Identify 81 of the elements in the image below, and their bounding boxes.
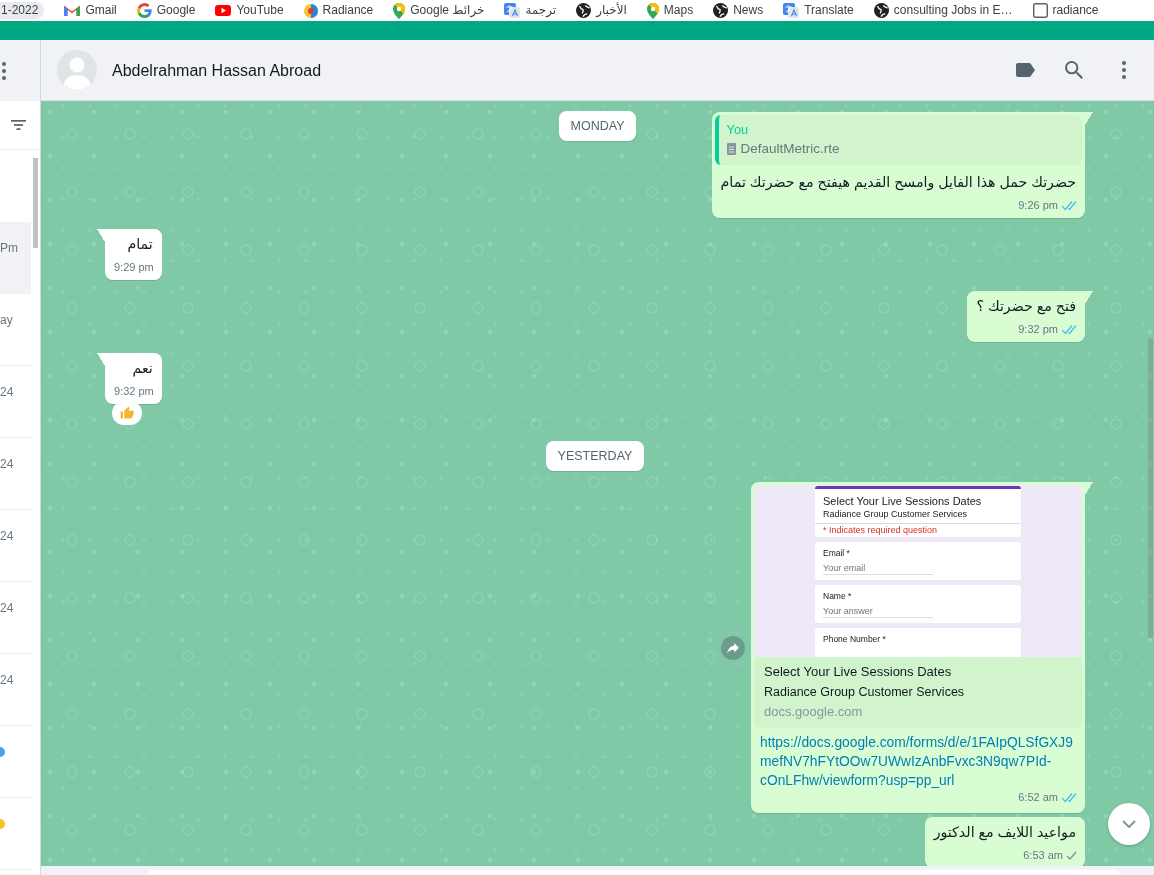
bookmark-link[interactable]: Google خرائط xyxy=(393,2,485,19)
chat-time: 24 xyxy=(0,600,15,616)
message-link[interactable]: https://docs.google.com/forms/d/e/1FAIpQLSfGXJ9mefNV7hFYtOOw7UWwIzAnbFvxc3N9qw7PId-cOnLFhw/viewform?usp=pp_url xyxy=(760,733,1077,790)
message-time: 9:29 pm xyxy=(114,260,154,275)
bookmark-link[interactable]: 1-2022 xyxy=(0,2,45,19)
menu-icon[interactable] xyxy=(1122,61,1126,79)
contact-name[interactable]: Abdelrahman Hassan Abroad xyxy=(112,59,1016,81)
message-text: حضرتك حمل هذا الفايل وامسح القديم هيفتح مع حضرتك تمام xyxy=(719,173,1077,192)
document-icon xyxy=(726,143,736,155)
quote-author: You xyxy=(726,121,750,139)
chat-time: 24 xyxy=(0,456,15,472)
chat-list-item[interactable]: 24 xyxy=(0,438,31,510)
chat-time: 24 xyxy=(0,384,15,400)
forward-button[interactable] xyxy=(721,635,745,660)
bookmark-link[interactable]: consulting Jobs in E… xyxy=(873,3,1013,18)
chevron-down-icon xyxy=(1122,820,1136,828)
message-text: فتح مع حضرتك ؟ xyxy=(975,297,1077,316)
page-icon xyxy=(1032,3,1048,18)
play-button-icon xyxy=(215,5,232,16)
translate-icon xyxy=(783,3,800,18)
input-field: Your email xyxy=(823,562,933,575)
bookmark-link[interactable]: ترجمة xyxy=(504,3,557,18)
chat-list-item[interactable]: 24 xyxy=(0,510,31,582)
message-time: 9:32 pm xyxy=(1018,322,1058,337)
chat-time: 24 xyxy=(0,528,15,544)
preview-domain: docs.google.com xyxy=(764,703,864,721)
chat-list-item[interactable]: ay xyxy=(0,294,31,366)
globe-icon xyxy=(713,3,729,18)
message-text: مواعيد اللايف مع الدكتور xyxy=(932,823,1077,842)
chat-list-item[interactable]: 24 xyxy=(0,654,31,726)
letter-g-icon xyxy=(136,3,152,18)
bookmark-link[interactable]: الأخبار xyxy=(576,3,627,18)
chat-time: ay xyxy=(0,312,14,328)
forward-icon xyxy=(727,642,739,653)
bookmark-link[interactable]: radiance xyxy=(1032,3,1099,18)
round-logo-icon xyxy=(303,3,318,18)
bookmark-link[interactable]: Radiance xyxy=(303,3,374,18)
input-field: Your answer xyxy=(823,605,933,618)
message-time: 6:53 am xyxy=(1023,848,1063,863)
chat-list-item[interactable]: 24 xyxy=(0,582,31,654)
avatar-icon[interactable] xyxy=(57,50,97,90)
bookmark-link[interactable]: Google xyxy=(136,3,196,18)
message-text: نعم xyxy=(131,359,154,378)
scrollbar-thumb[interactable] xyxy=(1148,338,1153,638)
field-label: Phone Number * xyxy=(823,634,887,645)
bookmark-link[interactable]: YouTube xyxy=(215,3,284,18)
globe-icon xyxy=(873,3,889,18)
search-icon[interactable] xyxy=(1065,61,1083,79)
form-title: Select Your Live Sessions Dates xyxy=(823,494,983,508)
globe-icon xyxy=(576,3,592,18)
required-note: * Indicates required question xyxy=(823,524,939,537)
scroll-down-button[interactable] xyxy=(1108,803,1150,845)
preview-description: Radiance Group Customer Services xyxy=(764,684,966,701)
chat-time: 24 xyxy=(0,672,15,688)
link-preview[interactable] xyxy=(754,485,1082,728)
filter-icon[interactable] xyxy=(11,120,26,130)
bookmark-link[interactable]: Gmail xyxy=(64,3,117,18)
bookmark-link[interactable]: News xyxy=(713,3,764,18)
bookmark-link[interactable]: Translate xyxy=(783,3,854,18)
form-subtitle: Radiance Group Customer Services xyxy=(823,508,969,520)
scrollbar-thumb[interactable] xyxy=(33,158,38,248)
mail-icon xyxy=(64,5,81,16)
translate-icon xyxy=(504,3,521,18)
message-text: تمام xyxy=(126,235,154,254)
file-name: DefaultMetric.rte xyxy=(740,140,840,158)
field-label: Email * xyxy=(823,548,851,559)
chat-time: Pm xyxy=(0,240,19,256)
quoted-message[interactable]: You DefaultMetric.rte xyxy=(714,115,1082,165)
message-time: 9:32 pm xyxy=(114,384,154,399)
preview-title: Select Your Live Sessions Dates xyxy=(764,663,953,681)
message-time: 6:52 am xyxy=(1018,790,1058,805)
chat-list-item[interactable]: 24 xyxy=(0,366,31,438)
bookmark-link[interactable]: Maps xyxy=(646,2,694,19)
field-label: Name * xyxy=(823,591,853,602)
date-label: YESTERDAY xyxy=(545,441,645,471)
chat-list-item[interactable]: Pm xyxy=(0,222,31,294)
thumbs-up-icon[interactable] xyxy=(112,401,142,425)
menu-icon[interactable] xyxy=(2,61,6,80)
date-label: MONDAY xyxy=(558,111,637,141)
tag-icon[interactable] xyxy=(1016,63,1035,77)
message-time: 9:26 pm xyxy=(1018,198,1058,213)
